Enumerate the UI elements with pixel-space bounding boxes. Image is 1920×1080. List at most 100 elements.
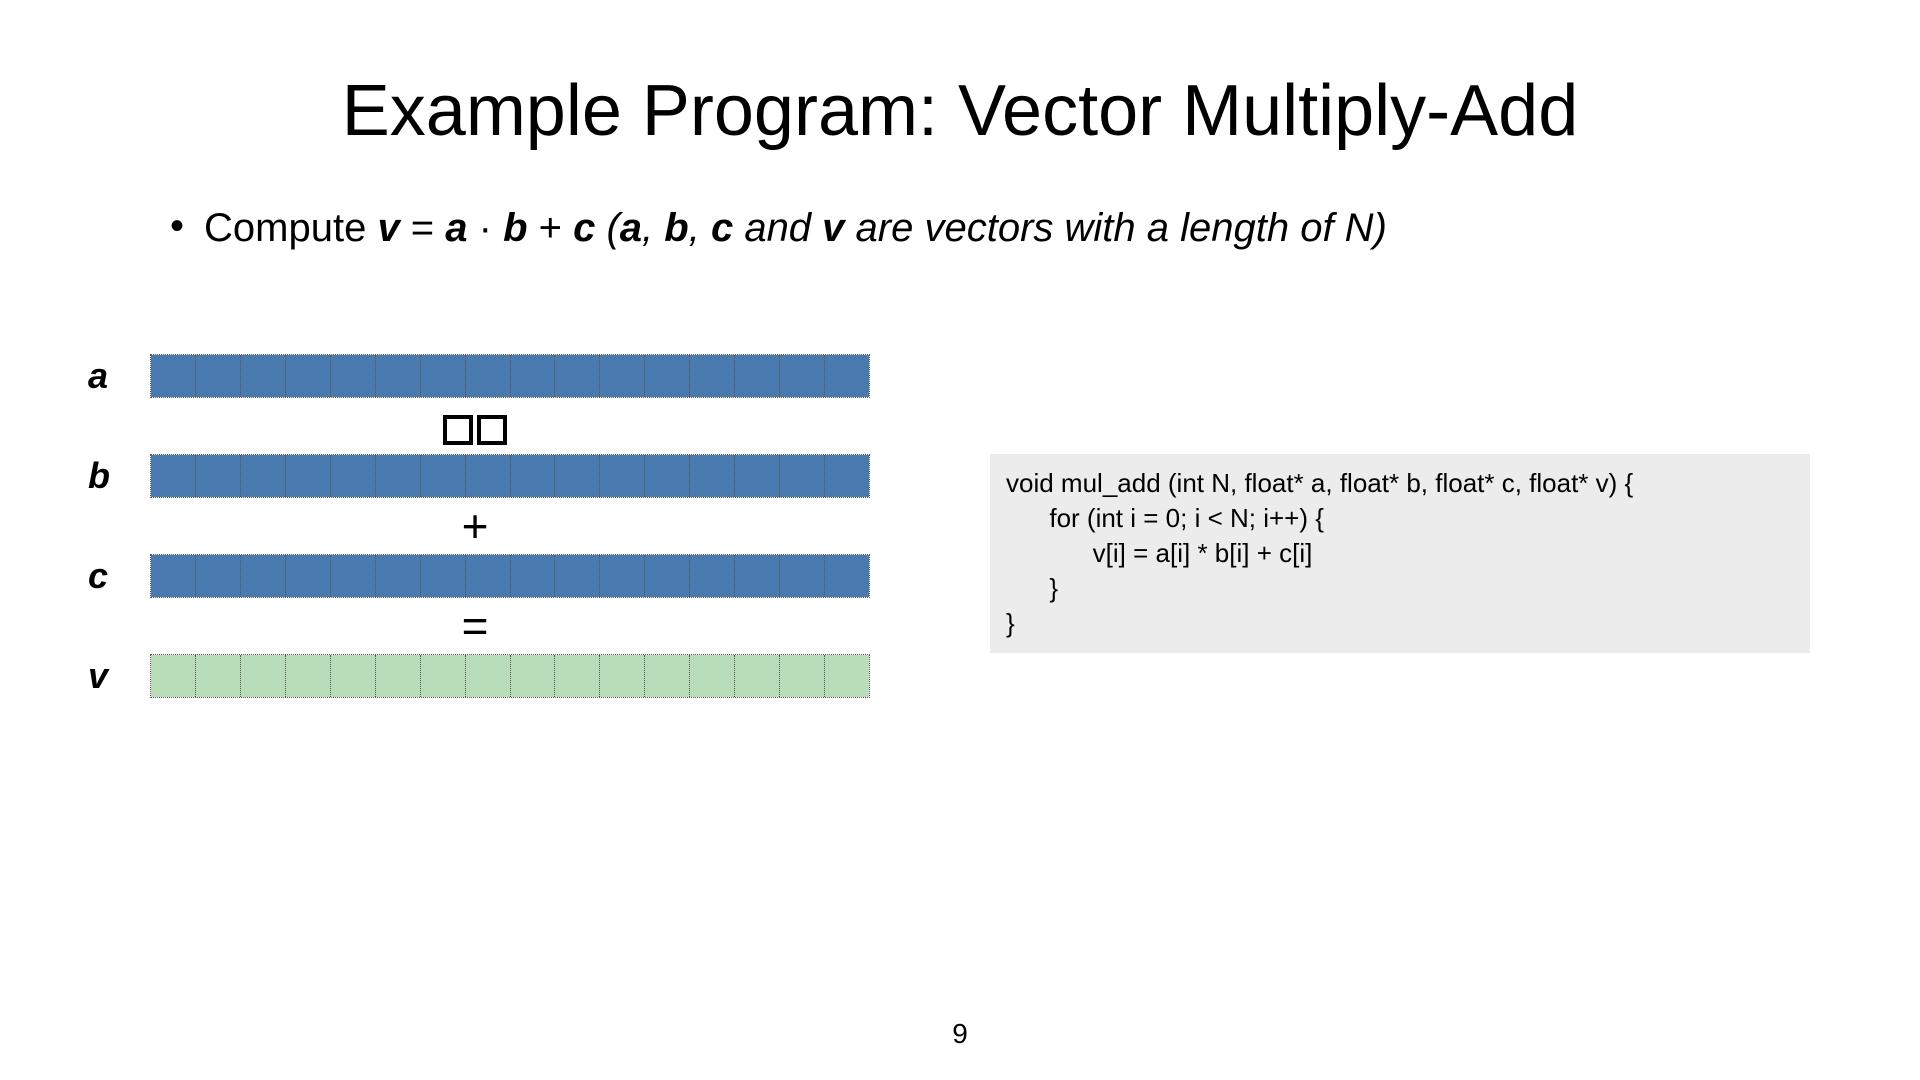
vector-label-v: v xyxy=(80,655,150,697)
text: ( xyxy=(595,206,619,250)
vector-cell xyxy=(780,455,825,497)
vector-cell xyxy=(690,555,735,597)
vector-cell xyxy=(511,455,556,497)
vector-cell xyxy=(735,655,780,697)
vector-cell xyxy=(376,555,421,597)
vector-label-a: a xyxy=(80,355,150,397)
vector-cell xyxy=(825,355,869,397)
plus-icon: + xyxy=(462,499,489,553)
vector-cell xyxy=(511,555,556,597)
text: , xyxy=(689,206,711,250)
vector-bar-a xyxy=(150,354,870,398)
vector-cell xyxy=(555,355,600,397)
vector-cell xyxy=(780,655,825,697)
vector-cell xyxy=(690,355,735,397)
vector-label-c: c xyxy=(80,555,150,597)
vector-cell xyxy=(825,655,869,697)
box-icon xyxy=(443,415,473,445)
vector-cell xyxy=(241,455,286,497)
vector-cell xyxy=(600,455,645,497)
vector-cell xyxy=(780,555,825,597)
vector-cell xyxy=(690,455,735,497)
vector-cell xyxy=(241,355,286,397)
vector-cell xyxy=(555,655,600,697)
vector-cell xyxy=(735,455,780,497)
text: = xyxy=(400,206,446,250)
box-icon xyxy=(477,415,507,445)
code-line: } xyxy=(1006,571,1794,606)
content-area: a b + c = v xyxy=(80,354,1840,698)
vector-diagram: a b + c = v xyxy=(80,354,900,698)
vector-cell xyxy=(196,355,241,397)
vector-cell xyxy=(421,555,466,597)
vector-cell xyxy=(376,655,421,697)
vector-cell xyxy=(466,355,511,397)
vector-cell xyxy=(241,555,286,597)
vector-cell xyxy=(331,455,376,497)
text: Compute xyxy=(204,206,377,250)
vector-cell xyxy=(331,355,376,397)
var-b: b xyxy=(503,206,527,250)
vector-cell xyxy=(196,655,241,697)
vector-cell xyxy=(421,455,466,497)
var-c: c xyxy=(573,206,595,250)
page-title: Example Program: Vector Multiply-Add xyxy=(80,70,1840,152)
var-v2: v xyxy=(822,206,844,250)
vector-cell xyxy=(331,655,376,697)
vector-cell xyxy=(151,655,196,697)
vector-cell xyxy=(421,655,466,697)
multiply-icon xyxy=(441,399,509,453)
bullet-item: • Compute v = a · b + c (a, b, c and v a… xyxy=(170,202,1840,254)
vector-cell xyxy=(600,555,645,597)
vector-cell xyxy=(421,355,466,397)
vector-cell xyxy=(151,455,196,497)
text: and xyxy=(733,206,822,250)
bullet-text: Compute v = a · b + c (a, b, c and v are… xyxy=(204,202,1387,254)
var-a2: a xyxy=(620,206,642,250)
operator-row-plus: + xyxy=(80,498,870,554)
vector-cell xyxy=(331,555,376,597)
vector-cell xyxy=(286,555,331,597)
vector-cell xyxy=(645,555,690,597)
vector-cell xyxy=(511,655,556,697)
vector-cell xyxy=(151,555,196,597)
operator-row-mul xyxy=(80,398,870,454)
bullet-dot-icon: • xyxy=(170,202,184,250)
code-block: void mul_add (int N, float* a, float* b,… xyxy=(990,454,1810,653)
vector-cell xyxy=(151,355,196,397)
operator-row-eq: = xyxy=(80,598,870,654)
vector-cell xyxy=(286,655,331,697)
vector-row-c: c xyxy=(80,554,900,598)
code-line: void mul_add (int N, float* a, float* b,… xyxy=(1006,466,1794,501)
text: are vectors with a length of N) xyxy=(844,206,1386,250)
slide: Example Program: Vector Multiply-Add • C… xyxy=(0,0,1920,1080)
vector-cell xyxy=(780,355,825,397)
vector-cell xyxy=(196,455,241,497)
vector-cell xyxy=(196,555,241,597)
vector-cell xyxy=(645,355,690,397)
vector-cell xyxy=(645,655,690,697)
vector-cell xyxy=(600,655,645,697)
vector-bar-b xyxy=(150,454,870,498)
vector-bar-v xyxy=(150,654,870,698)
vector-cell xyxy=(825,555,869,597)
vector-label-b: b xyxy=(80,455,150,497)
vector-cell xyxy=(735,355,780,397)
vector-cell xyxy=(466,655,511,697)
vector-cell xyxy=(241,655,286,697)
vector-cell xyxy=(555,455,600,497)
vector-row-v: v xyxy=(80,654,900,698)
vector-cell xyxy=(511,355,556,397)
var-v: v xyxy=(377,206,399,250)
code-line: for (int i = 0; i < N; i++) { xyxy=(1006,501,1794,536)
var-b2: b xyxy=(664,206,688,250)
vector-cell xyxy=(690,655,735,697)
vector-cell xyxy=(466,555,511,597)
vector-cell xyxy=(600,355,645,397)
text: + xyxy=(528,206,574,250)
code-line: } xyxy=(1006,606,1794,641)
page-number: 9 xyxy=(952,1018,968,1050)
vector-row-b: b xyxy=(80,454,900,498)
var-a: a xyxy=(445,206,467,250)
vector-row-a: a xyxy=(80,354,900,398)
